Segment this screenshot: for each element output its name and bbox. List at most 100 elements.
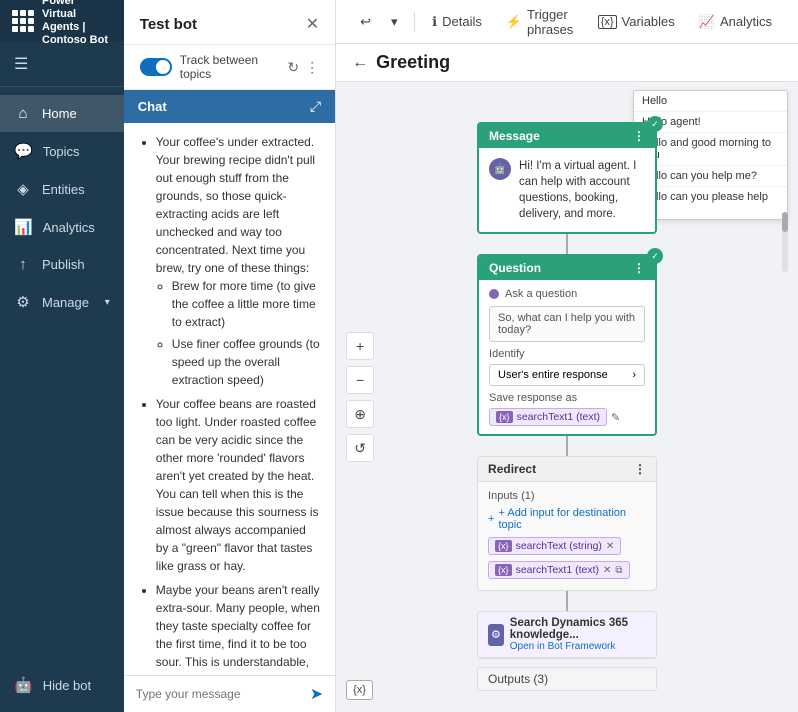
save-response-row: {x} searchText1 (text) ✎ <box>489 408 645 426</box>
tab-analytics[interactable]: 📈 Analytics <box>689 10 782 34</box>
redirect-node-card[interactable]: Redirect ⋮ Inputs (1) + + Add input for … <box>477 456 657 591</box>
back-button[interactable]: ← <box>352 54 368 72</box>
copy-icon[interactable]: ⧉ <box>615 565 622 576</box>
tag-text: searchText1 (text) <box>516 564 599 576</box>
test-bot-controls: Track between topics ↻ ⋮ <box>124 45 335 90</box>
sidebar-item-analytics[interactable]: 📊 Analytics <box>0 208 124 246</box>
sidebar-item-label: Entities <box>42 182 85 197</box>
message-node: Message ⋮ 🤖 Hi! I'm a virtual agent. I c… <box>477 122 657 234</box>
more-icon[interactable]: ⋮ <box>305 59 319 76</box>
sidebar-item-hide-bot[interactable]: 🤖 Hide bot <box>14 668 110 702</box>
sidebar-item-topics[interactable]: 💬 Topics <box>0 132 124 170</box>
analytics-icon: 📈 <box>699 14 715 30</box>
chat-messages: Your coffee's under extracted. Your brew… <box>124 123 335 675</box>
tab-trigger-phrases[interactable]: ⚡ Trigger phrases <box>496 3 584 41</box>
zoom-in-button[interactable]: + <box>346 332 374 360</box>
question-node-card[interactable]: Question ⋮ Ask a question So, what can I… <box>477 254 657 436</box>
message-body-row: 🤖 Hi! I'm a virtual agent. I can help wi… <box>489 158 645 222</box>
send-icon[interactable]: ➤ <box>310 684 323 704</box>
track-label: Track between topics <box>180 53 280 81</box>
chat-input[interactable] <box>136 687 304 701</box>
sidebar-item-manage[interactable]: ⚙ Manage ▾ <box>0 283 124 321</box>
sidebar-item-label: Home <box>42 106 77 121</box>
manage-icon: ⚙ <box>14 293 32 311</box>
expand-icon[interactable]: ⤢ <box>310 98 321 115</box>
chevron-down-icon: ▾ <box>105 297 110 308</box>
tab-analytics-label: Analytics <box>720 14 772 29</box>
search-node-title: Search Dynamics 365 knowledge... <box>510 617 646 641</box>
topics-icon: 💬 <box>14 142 33 160</box>
app-logo <box>12 10 34 32</box>
sidebar-menu-toggle[interactable]: ☰ <box>14 48 110 80</box>
publish-icon: ↑ <box>14 256 32 273</box>
plus-icon: + <box>488 513 494 525</box>
question-node-title: Question <box>489 261 541 275</box>
identify-label: Identify <box>489 348 645 360</box>
input-tag: {x} searchText1 (text) ✕ ⧉ <box>488 561 630 579</box>
message-node-text: Hi! I'm a virtual agent. I can help with… <box>519 158 645 222</box>
undo-icon: ↩ <box>360 14 371 30</box>
add-input-button[interactable]: + + Add input for destination topic <box>488 507 646 531</box>
close-icon[interactable]: ✕ <box>306 14 319 34</box>
redirect-node-header: Redirect ⋮ <box>478 457 656 482</box>
target-button[interactable]: ⊕ <box>346 400 374 428</box>
main-canvas: ↩ ▾ ℹ Details ⚡ Trigger phrases {x} Vari… <box>336 0 798 712</box>
sidebar-item-publish[interactable]: ↑ Publish <box>0 246 124 283</box>
search-node-header: ⚙ Search Dynamics 365 knowledge... Open … <box>478 612 656 658</box>
sidebar-item-label: Publish <box>42 257 85 272</box>
tab-details[interactable]: ℹ Details <box>422 10 492 34</box>
analytics-icon: 📊 <box>14 218 33 236</box>
sidebar-item-label: Manage <box>42 295 89 310</box>
scrollbar[interactable] <box>782 212 788 272</box>
suggestion-item[interactable]: Hello <box>634 91 787 112</box>
add-input-label: + Add input for destination topic <box>498 507 646 531</box>
sidebar-item-home[interactable]: ⌂ Home <box>0 95 124 132</box>
more-icon[interactable]: ⋮ <box>633 261 645 275</box>
flow-connector <box>566 234 568 254</box>
remove-tag-icon[interactable]: ✕ <box>603 565 611 576</box>
tab-trigger-label: Trigger phrases <box>527 7 574 37</box>
chevron-right-icon: › <box>632 369 636 381</box>
sidebar: Power Virtual Agents | Contoso Bot ☰ ⌂ H… <box>0 0 124 712</box>
search-node-card[interactable]: ⚙ Search Dynamics 365 knowledge... Open … <box>477 611 657 659</box>
tab-variables[interactable]: {x} Variables <box>588 10 685 33</box>
flow-inner: Hello Hello agent! Hello and good mornin… <box>336 82 798 712</box>
outputs-label: Outputs (3) <box>477 667 657 691</box>
check-icon: ✓ <box>647 116 663 132</box>
track-toggle[interactable] <box>140 58 172 76</box>
more-icon[interactable]: ⋮ <box>633 129 645 143</box>
tag-text: searchText (string) <box>516 540 602 552</box>
refresh-icon[interactable]: ↻ <box>287 59 299 76</box>
entities-icon: ◈ <box>14 180 32 198</box>
test-bot-header: Test bot ✕ <box>124 0 335 45</box>
chat-message-item: Maybe your beans aren't really extra-sou… <box>156 581 321 675</box>
zoom-out-button[interactable]: − <box>346 366 374 394</box>
tab-variables-label: Variables <box>622 14 675 29</box>
open-bot-framework-link[interactable]: Open in Bot Framework <box>510 641 646 652</box>
message-node-card[interactable]: Message ⋮ 🤖 Hi! I'm a virtual agent. I c… <box>477 122 657 234</box>
undo-button[interactable]: ↩ <box>352 10 379 34</box>
search-node-icon: ⚙ <box>488 624 504 646</box>
remove-tag-icon[interactable]: ✕ <box>606 541 614 552</box>
flow-nodes: Message ⋮ 🤖 Hi! I'm a virtual agent. I c… <box>477 122 657 691</box>
identify-select[interactable]: User's entire response › <box>489 364 645 386</box>
canvas-topbar: ↩ ▾ ℹ Details ⚡ Trigger phrases {x} Vari… <box>336 0 798 44</box>
trigger-icon: ⚡ <box>506 14 522 30</box>
sidebar-item-label: Topics <box>43 144 80 159</box>
history-button[interactable]: ↺ <box>346 434 374 462</box>
page-title: Greeting <box>376 52 450 73</box>
redo-dropdown[interactable]: ▾ <box>383 10 406 34</box>
sidebar-item-entities[interactable]: ◈ Entities <box>0 170 124 208</box>
chat-input-area: ➤ <box>124 675 335 712</box>
variable-button[interactable]: {x} <box>346 680 373 700</box>
chat-message-item: Use finer coffee grounds (to speed up th… <box>172 335 321 389</box>
edit-icon[interactable]: ✎ <box>611 411 620 424</box>
chat-message-item: Brew for more time (to give the coffee a… <box>172 277 321 331</box>
question-input: So, what can I help you with today? <box>489 306 645 342</box>
canvas-tools: + − ⊕ ↺ <box>346 332 374 462</box>
chevron-down-icon: ▾ <box>391 14 398 30</box>
more-icon[interactable]: ⋮ <box>634 462 646 476</box>
test-bot-panel: Test bot ✕ Track between topics ↻ ⋮ Chat… <box>124 0 336 712</box>
variable-icon: {x} <box>598 15 617 29</box>
chat-area: Chat ⤢ Your coffee's under extracted. Yo… <box>124 90 335 712</box>
